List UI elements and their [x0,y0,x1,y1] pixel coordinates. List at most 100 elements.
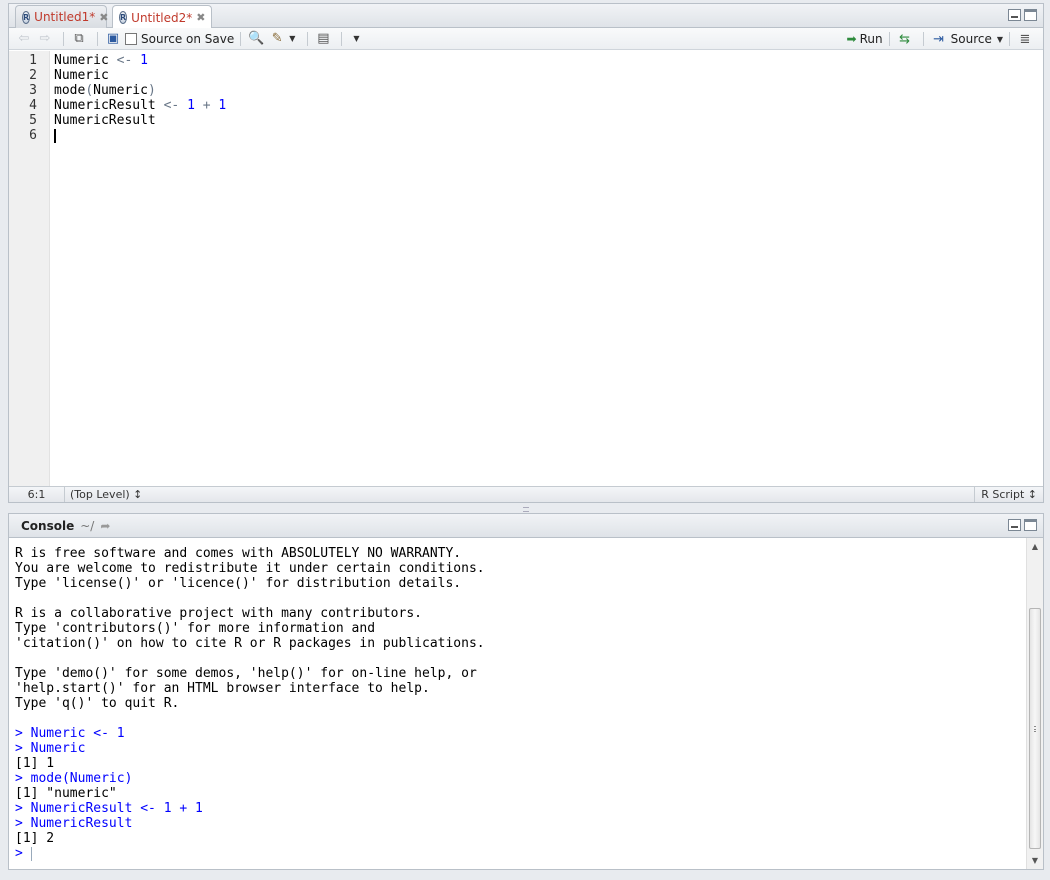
console-line: R is free software and comes with ABSOLU… [15,546,462,561]
chevron-down-icon[interactable]: ▼ [353,34,359,43]
toolbar-divider [341,31,343,46]
console-line: You are welcome to redistribute it under… [15,561,485,576]
code-token: + [202,98,211,113]
console-line: 'help.start()' for an HTML browser inter… [15,681,430,696]
minimize-icon[interactable] [1008,9,1021,21]
toolbar-divider [240,31,242,46]
toolbar-divider [97,31,98,46]
maximize-icon[interactable] [1024,519,1037,531]
code-token: <- [116,53,133,68]
toolbar-divider [888,32,890,46]
console-scrollbar[interactable]: ▲ ▼ [1026,538,1043,869]
code-editor[interactable]: 1 2 3 4 5 6 Numeric <- 1 Numeric mode(Nu… [9,51,1043,488]
scroll-down-icon[interactable]: ▼ [1027,852,1043,869]
code-token: NumericResult [54,113,156,128]
source-pane-controls [1008,9,1037,21]
close-icon[interactable]: ✖ [196,11,205,24]
source-button[interactable]: Source [951,32,992,46]
line-number: 1 [29,53,37,68]
console-pane-controls [1008,519,1037,531]
rerun-icon[interactable]: ⇆ [896,30,914,48]
code-line[interactable]: Numeric <- 1 [54,53,1043,68]
console-line: Type 'contributors()' for more informati… [15,621,376,636]
r-file-icon: R [119,11,128,24]
code-line[interactable]: Numeric [54,68,1043,83]
tab-label: Untitled2* [131,10,193,25]
console-input-line: > NumericResult <- 1 + 1 [15,801,203,816]
search-icon[interactable]: 🔍 [247,30,265,48]
toolbar-divider [1009,32,1010,46]
chevron-down-icon[interactable]: ▼ [289,34,295,43]
chevron-down-icon[interactable]: ▼ [997,35,1003,44]
grip-icon [1034,725,1036,732]
file-type-selector[interactable]: R Script ↕ [974,487,1043,502]
console-prompt: > [15,846,23,861]
console-input-line: > NumericResult [15,816,133,831]
code-token: mode [54,83,86,98]
tab-untitled2[interactable]: R Untitled2* ✖ [112,5,212,29]
code-token: ( [85,83,94,98]
code-line[interactable]: NumericResult <- 1 + 1 [54,98,1043,113]
tab-untitled1[interactable]: R Untitled1* ✖ [15,5,109,28]
console-pane: Console ~/ ➦ R is free software and come… [8,513,1044,870]
console-prompt-line[interactable]: > [15,846,1019,861]
close-icon[interactable]: ✖ [99,11,108,24]
code-line[interactable]: mode(Numeric) [54,83,1043,98]
console-input-line: > mode(Numeric) [15,771,133,786]
toolbar-right-group: ➡ Run ⇆ ⇥ Source ▼ ≣ [847,30,1037,48]
minimize-icon[interactable] [1008,519,1021,531]
code-lines[interactable]: Numeric <- 1 Numeric mode(Numeric) Numer… [50,51,1043,488]
toolbar-divider [63,31,64,46]
source-icon: ⇥ [933,31,945,47]
text-cursor [54,128,56,143]
scroll-up-icon[interactable]: ▲ [1027,538,1043,555]
source-pane: R Untitled1* ✖ R Untitled2* ✖ ⇦ ⇨ ⧉ ▣ So… [8,3,1044,503]
maximize-icon[interactable] [1024,9,1037,21]
r-file-icon: R [22,10,31,24]
console-header: Console ~/ ➦ [9,514,1043,538]
run-button[interactable]: Run [860,32,883,46]
console-title: Console [21,518,75,533]
line-number-gutter: 1 2 3 4 5 6 [9,51,50,488]
line-number: 3 [29,83,37,98]
code-token: 1 [140,53,148,68]
code-line[interactable] [54,128,1043,143]
code-token: 1 [218,98,227,113]
back-arrow-icon[interactable]: ⇦ [15,30,33,48]
run-arrow-icon: ➡ [846,32,857,46]
scrollbar-thumb[interactable] [1029,608,1041,849]
code-token: 1 [187,98,195,113]
code-token: ) [147,83,156,98]
console-line: R is a collaborative project with many c… [15,606,422,621]
tab-label: Untitled1* [34,10,96,24]
source-on-save-checkbox[interactable] [125,32,137,45]
text-cursor [30,846,32,861]
code-line[interactable]: NumericResult [54,113,1043,128]
code-token: <- [163,98,180,113]
console-working-dir: ~/ [80,518,95,533]
compile-notebook-icon[interactable]: ▤ [314,30,332,48]
code-token: Numeric [54,53,109,68]
console-line: [1] "numeric" [15,786,117,801]
console-output[interactable]: R is free software and comes with ABSOLU… [9,538,1025,869]
show-in-window-icon[interactable]: ⧉ [70,30,88,48]
line-number: 6 [29,128,37,143]
forward-arrow-icon[interactable]: ⇨ [36,30,54,48]
console-line: [1] 1 [15,756,55,771]
code-token: Numeric [93,83,148,98]
console-line: [1] 2 [15,831,55,846]
console-line: Type 'license()' or 'licence()' for dist… [15,576,462,591]
console-line: Type 'q()' to quit R. [15,696,180,711]
magic-wand-icon[interactable]: ✎ [268,30,286,48]
console-input-line: > Numeric <- 1 [15,726,125,741]
goto-directory-icon[interactable]: ➦ [100,519,110,533]
source-on-save-label: Source on Save [141,31,235,46]
pane-splitter[interactable] [8,504,1044,513]
source-toolbar: ⇦ ⇨ ⧉ ▣ Source on Save 🔍 ✎ ▼ ▤ ▼ ➡ Run ⇆… [9,28,1043,50]
outline-icon[interactable]: ≣ [1016,30,1034,48]
save-icon[interactable]: ▣ [104,30,122,48]
scope-selector[interactable]: (Top Level) ↕ [65,488,142,501]
source-tab-strip: R Untitled1* ✖ R Untitled2* ✖ [9,4,1043,29]
